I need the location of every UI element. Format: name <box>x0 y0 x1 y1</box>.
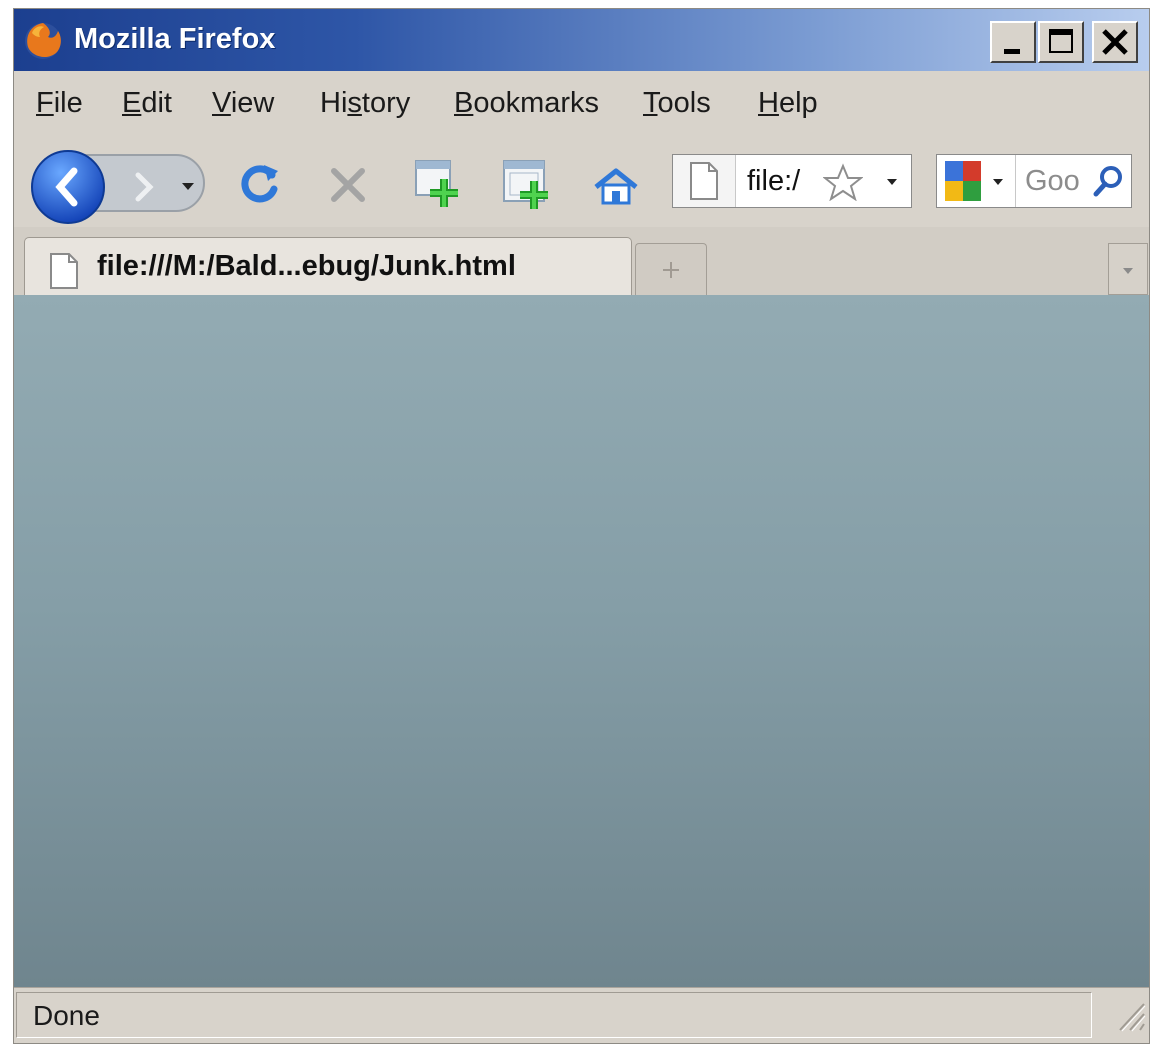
tab-label: file:///M:/Bald...ebug/Junk.html <box>97 250 516 282</box>
bookmark-star-icon[interactable] <box>823 163 863 201</box>
page-icon <box>690 162 718 200</box>
close-icon <box>1102 29 1128 55</box>
page-icon <box>50 253 78 289</box>
minimize-icon <box>1004 49 1020 54</box>
reload-icon[interactable] <box>236 161 282 207</box>
tab-strip: file:///M:/Bald...ebug/Junk.html <box>14 227 1149 297</box>
menu-view[interactable]: View <box>212 87 274 120</box>
menu-tools[interactable]: Tools <box>643 87 711 120</box>
search-input[interactable]: Goo <box>1025 165 1080 198</box>
plus-icon <box>663 262 679 278</box>
history-dropdown-icon[interactable] <box>180 181 196 193</box>
menu-edit[interactable]: Edit <box>122 87 172 120</box>
maximize-button[interactable] <box>1038 21 1084 63</box>
tab-junk-html[interactable]: file:///M:/Bald...ebug/Junk.html <box>24 237 632 297</box>
status-bar: Done <box>14 987 1149 1043</box>
status-text: Done <box>33 1000 100 1031</box>
stop-icon[interactable] <box>326 163 370 207</box>
search-engine-button[interactable] <box>937 155 1016 207</box>
window-title: Mozilla Firefox <box>74 23 276 55</box>
chevron-down-icon <box>1123 268 1133 274</box>
menu-file[interactable]: File <box>36 87 83 120</box>
minimize-button[interactable] <box>990 21 1036 63</box>
new-tab-button[interactable] <box>635 243 707 295</box>
url-bar[interactable]: file:/ <box>672 154 912 208</box>
menu-bar: File Edit View History Bookmarks Tools H… <box>14 71 1149 136</box>
new-window-icon[interactable] <box>500 157 556 213</box>
site-identity-button[interactable] <box>673 155 736 207</box>
menu-help[interactable]: Help <box>758 87 818 120</box>
url-input[interactable]: file:/ <box>747 165 800 198</box>
list-all-tabs-button[interactable] <box>1108 243 1148 295</box>
status-panel: Done <box>16 992 1092 1038</box>
resize-grip-icon[interactable] <box>1114 998 1148 1036</box>
firefox-logo-icon <box>25 23 61 59</box>
search-icon[interactable] <box>1091 163 1127 199</box>
search-bar[interactable]: Goo <box>936 154 1132 208</box>
new-tab-icon[interactable] <box>412 157 468 213</box>
close-button[interactable] <box>1092 21 1138 63</box>
page-content[interactable] <box>14 295 1149 987</box>
maximize-icon <box>1049 29 1073 53</box>
back-icon[interactable] <box>30 147 110 227</box>
home-icon[interactable] <box>592 167 640 207</box>
url-dropdown-icon[interactable] <box>885 177 899 187</box>
forward-icon[interactable] <box>116 167 176 207</box>
google-logo-icon <box>945 161 1003 201</box>
browser-window: Mozilla Firefox File Edit View History B… <box>13 8 1150 1044</box>
menu-bookmarks[interactable]: Bookmarks <box>454 87 599 120</box>
menu-history[interactable]: History <box>320 87 410 120</box>
title-bar: Mozilla Firefox <box>14 9 1149 71</box>
